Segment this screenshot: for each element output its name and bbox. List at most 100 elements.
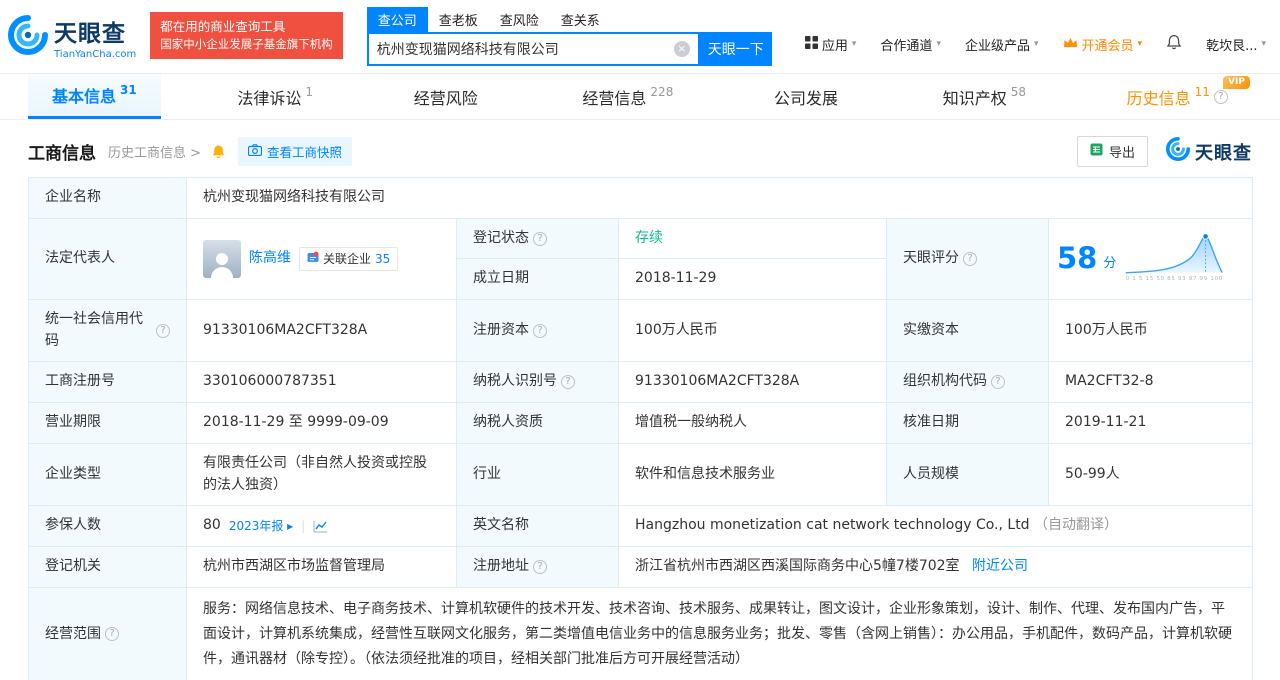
search-tab-boss[interactable]: 查老板 [428,7,489,32]
nearby-companies-link[interactable]: 附近公司 [972,558,1028,574]
industry-value: 软件和信息技术服务业 [618,442,887,507]
top-bar: 天眼查 TianYanCha.com 都在用的商业查询工具 国家中小企业发展子基… [0,0,1280,74]
help-icon[interactable]: ? [533,323,547,338]
search-input[interactable] [376,41,674,57]
taxpayer-id-value: 91330106MA2CFT328A [618,361,887,404]
taxpayer-quality-value: 增值税一般纳税人 [618,402,887,444]
top-nav: 应用 ▾ 合作通道 ▾ 企业级产品 ▾ 开通会员 ▾ 乾坎艮... ▾ [804,34,1266,54]
tab-business-info[interactable]: 经营信息 228 [558,74,697,119]
tab-badge: 11 [1194,84,1210,99]
nav-apps-label: 应用 [821,38,848,54]
tab-badge: 58 [1010,84,1026,99]
auto-translate-note: （自动翻译） [1034,517,1119,534]
tab-label: 经营信息 [582,88,647,108]
chevron-down-icon: ▾ [1137,39,1143,49]
field-label: 企业名称 [28,177,187,219]
related-companies-label: 关联企业 [323,251,372,266]
insured-count-value: 80 [203,517,221,534]
field-label: 营业期限 [28,402,187,444]
search-button[interactable]: 天眼一下 [699,32,772,66]
grid-icon [804,35,818,53]
nav-open-vip[interactable]: 开通会员 ▾ [1063,35,1143,54]
help-icon[interactable]: ? [991,375,1005,390]
vip-tag: VIP [1223,76,1250,89]
tab-operating-risk[interactable]: 经营风险 [390,74,506,119]
table-row: 工商注册号 330106000787351 纳税人识别号? 91330106MA… [28,361,1253,404]
tianyancha-watermark: 天眼查 [1166,137,1252,166]
insured-count-cell: 80 2023年报 ▸ | [186,505,457,547]
reg-address-cell: 浙江省杭州市西湖区西溪国际商务中心5幢7楼702室 附近公司 [618,545,1253,588]
camera-icon [247,144,263,159]
tab-basic-info[interactable]: 基本信息 31 [28,74,161,119]
history-business-info-link[interactable]: 历史工商信息 > [108,142,201,161]
field-label: 核准日期 [886,402,1049,444]
paid-capital-value: 100万人民币 [1048,299,1253,363]
legal-rep-cell: 陈高维 关联企业 35 [186,217,457,301]
field-label: 纳税人识别号? [456,361,619,404]
related-companies-link[interactable]: 关联企业 35 [299,246,399,272]
search-block: 查公司 查老板 查风险 查关系 × 天眼一下 [366,7,772,66]
bell-icon [1166,34,1182,54]
watermark-brand: 天眼查 [1195,142,1252,164]
establish-date-value: 2018-11-29 [618,258,887,301]
field-label: 法定代表人 [28,217,187,301]
tab-history-info[interactable]: VIP 历史信息 11 ? [1103,74,1252,119]
section-title: 工商信息 [28,144,96,164]
tab-label: 基本信息 [52,87,117,106]
view-snapshot-label: 查看工商快照 [267,145,343,160]
notification-bell[interactable] [1166,34,1182,54]
help-icon[interactable]: ? [963,251,977,266]
trend-chart-icon[interactable] [313,520,328,533]
tab-legal-proceedings[interactable]: 法律诉讼 1 [213,74,337,119]
reg-status-value: 存续 [618,217,887,260]
field-label: 经营范围? [28,586,187,680]
search-tab-risk[interactable]: 查风险 [489,7,550,32]
field-label: 注册资本? [456,299,619,363]
score-unit: 分 [1103,255,1117,271]
tianyancha-logo[interactable]: 天眼查 TianYanCha.com [8,14,136,60]
business-scope-value: 服务：网络信息技术、电子商务技术、计算机软硬件的技术开发、技术咨询、技术服务、成… [186,586,1253,680]
company-name-value: 杭州变现猫网络科技有限公司 [186,177,1253,219]
tianyancha-logo-icon [8,15,48,59]
company-type-value: 有限责任公司（非自然人投资或控股的法人独资） [186,442,457,507]
nav-enterprise-products[interactable]: 企业级产品 ▾ [965,35,1039,54]
help-icon[interactable]: ? [533,559,547,574]
nav-cooperation-label: 合作通道 [880,38,933,54]
field-label: 工商注册号 [28,361,187,404]
legal-rep-name-link[interactable]: 陈高维 [249,248,291,270]
export-button[interactable]: 导出 [1076,136,1148,167]
search-input-wrap: × [366,32,700,66]
table-row: 企业类型 有限责任公司（非自然人投资或控股的法人独资） 行业 软件和信息技术服务… [28,442,1253,507]
search-tab-relation[interactable]: 查关系 [550,7,611,32]
tab-label: 公司发展 [774,88,839,108]
business-info-table: 企业名称 杭州变现猫网络科技有限公司 法定代表人 陈高维 关联企业 35 登记状… [28,177,1253,680]
company-section-tabs: 基本信息 31 法律诉讼 1 经营风险 经营信息 228 公司发展 知识产权 5… [0,74,1280,120]
org-code-value: MA2CFT32-8 [1048,361,1253,404]
annual-report-link[interactable]: 2023年报 ▸ [229,517,293,536]
tab-intellectual-property[interactable]: 知识产权 58 [919,74,1050,119]
search-tabs: 查公司 查老板 查风险 查关系 [366,7,772,32]
tab-company-development[interactable]: 公司发展 [750,74,866,119]
crown-icon [1063,37,1078,52]
view-snapshot-button[interactable]: 查看工商快照 [238,137,353,166]
nav-apps[interactable]: 应用 ▾ [804,35,856,54]
help-icon[interactable]: ? [561,375,575,390]
subscribe-bell-icon[interactable] [211,144,226,159]
help-icon[interactable]: ? [105,627,119,642]
score-axis-labels: 0 1 5 15 50 85 93 97 99 100 [1126,276,1223,282]
field-label: 登记状态? [456,217,619,260]
user-menu[interactable]: 乾坎艮... ▾ [1206,35,1266,54]
field-label: 英文名称 [456,505,619,547]
help-icon[interactable]: ? [533,231,547,246]
search-tab-company[interactable]: 查公司 [366,7,428,32]
field-label: 实缴资本 [886,299,1049,363]
help-icon[interactable]: ? [1213,89,1228,104]
divider: | [301,518,306,533]
nav-cooperation[interactable]: 合作通道 ▾ [880,35,941,54]
tab-label: 经营风险 [413,88,478,108]
clear-icon[interactable]: × [673,41,690,57]
chevron-down-icon: ▾ [936,39,941,49]
help-icon[interactable]: ? [156,323,170,338]
table-row: 统一社会信用代码? 91330106MA2CFT328A 注册资本? 100万人… [28,299,1253,363]
legal-rep-avatar[interactable] [203,239,241,278]
